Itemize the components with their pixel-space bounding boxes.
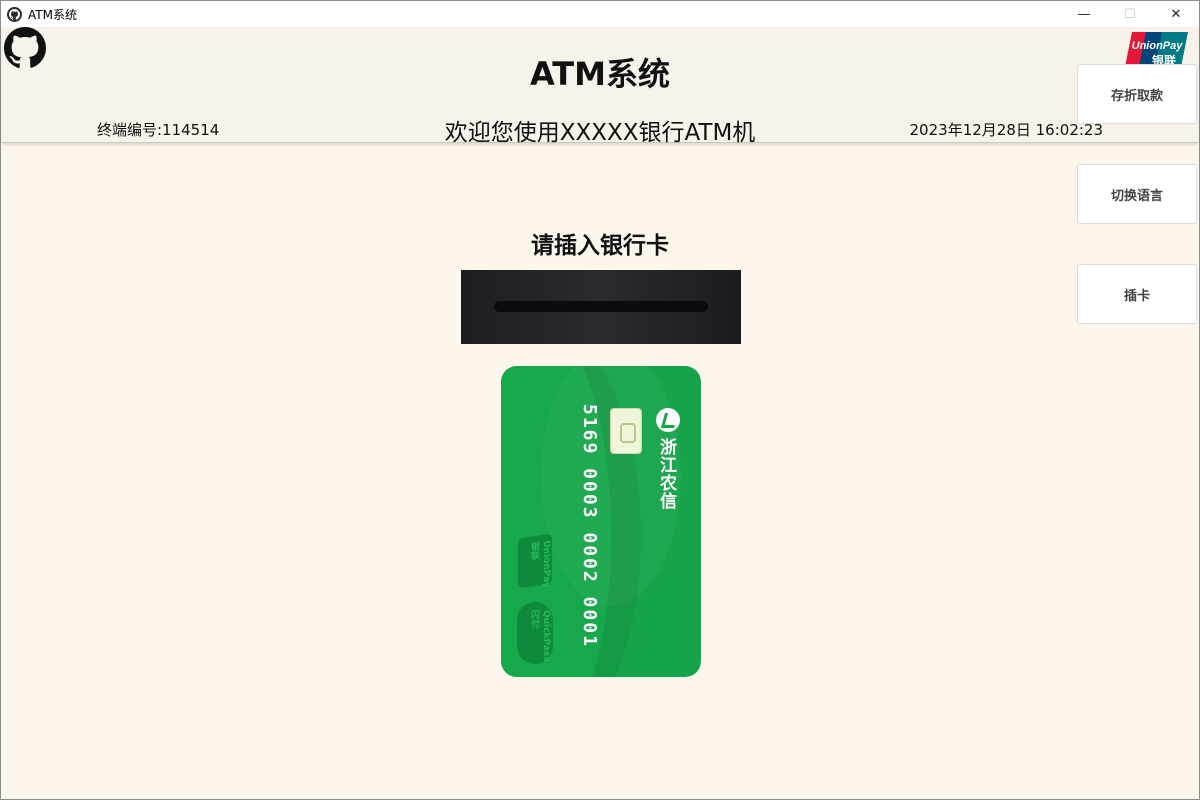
minimize-button[interactable]: — bbox=[1061, 1, 1107, 27]
header: UnionPay 银联 ATM系统 终端编号:114514 欢迎您使用XXXXX… bbox=[2, 27, 1198, 146]
title-bar: ATM系统 — ☐ ✕ bbox=[1, 1, 1199, 27]
card-slot-opening bbox=[494, 301, 708, 312]
card-bank-name: 浙江农信 bbox=[656, 438, 676, 510]
switch-language-button[interactable]: 切换语言 bbox=[1077, 164, 1197, 224]
unionpay-card-mark: UnionPay 银联 bbox=[518, 533, 552, 589]
insert-card-prompt: 请插入银行卡 bbox=[531, 233, 669, 259]
datetime-display: 2023年12月28日 16:02:23 bbox=[909, 121, 1103, 139]
bank-emblem-icon bbox=[656, 408, 680, 432]
quickpass-text: QuickPass 闪付 bbox=[529, 610, 551, 662]
main-area: 请插入银行卡 浙江农信 5169 0003 0002 0001 UnionPay… bbox=[2, 144, 1198, 799]
insert-card-button[interactable]: 插卡 bbox=[1077, 264, 1197, 324]
window-controls: — ☐ ✕ bbox=[1061, 1, 1199, 27]
window-title: ATM系统 bbox=[28, 7, 77, 22]
page-title: ATM系统 bbox=[530, 55, 670, 93]
unionpay-card-mark-text: UnionPay 银联 bbox=[529, 539, 551, 589]
maximize-button[interactable]: ☐ bbox=[1107, 1, 1153, 27]
passbook-withdraw-button[interactable]: 存折取款 bbox=[1077, 64, 1197, 124]
card-chip-icon bbox=[610, 408, 642, 454]
bank-card[interactable]: 浙江农信 5169 0003 0002 0001 UnionPay 银联 Qui… bbox=[501, 366, 701, 677]
close-button[interactable]: ✕ bbox=[1153, 1, 1199, 27]
app-window: ATM系统 — ☐ ✕ UnionPay 银联 ATM系统 终端编号:11451… bbox=[0, 0, 1200, 800]
quickpass-icon: QuickPass 闪付 bbox=[517, 602, 553, 664]
card-number: 5169 0003 0002 0001 bbox=[579, 404, 600, 648]
card-slot[interactable] bbox=[461, 270, 741, 344]
app-icon bbox=[7, 6, 22, 22]
